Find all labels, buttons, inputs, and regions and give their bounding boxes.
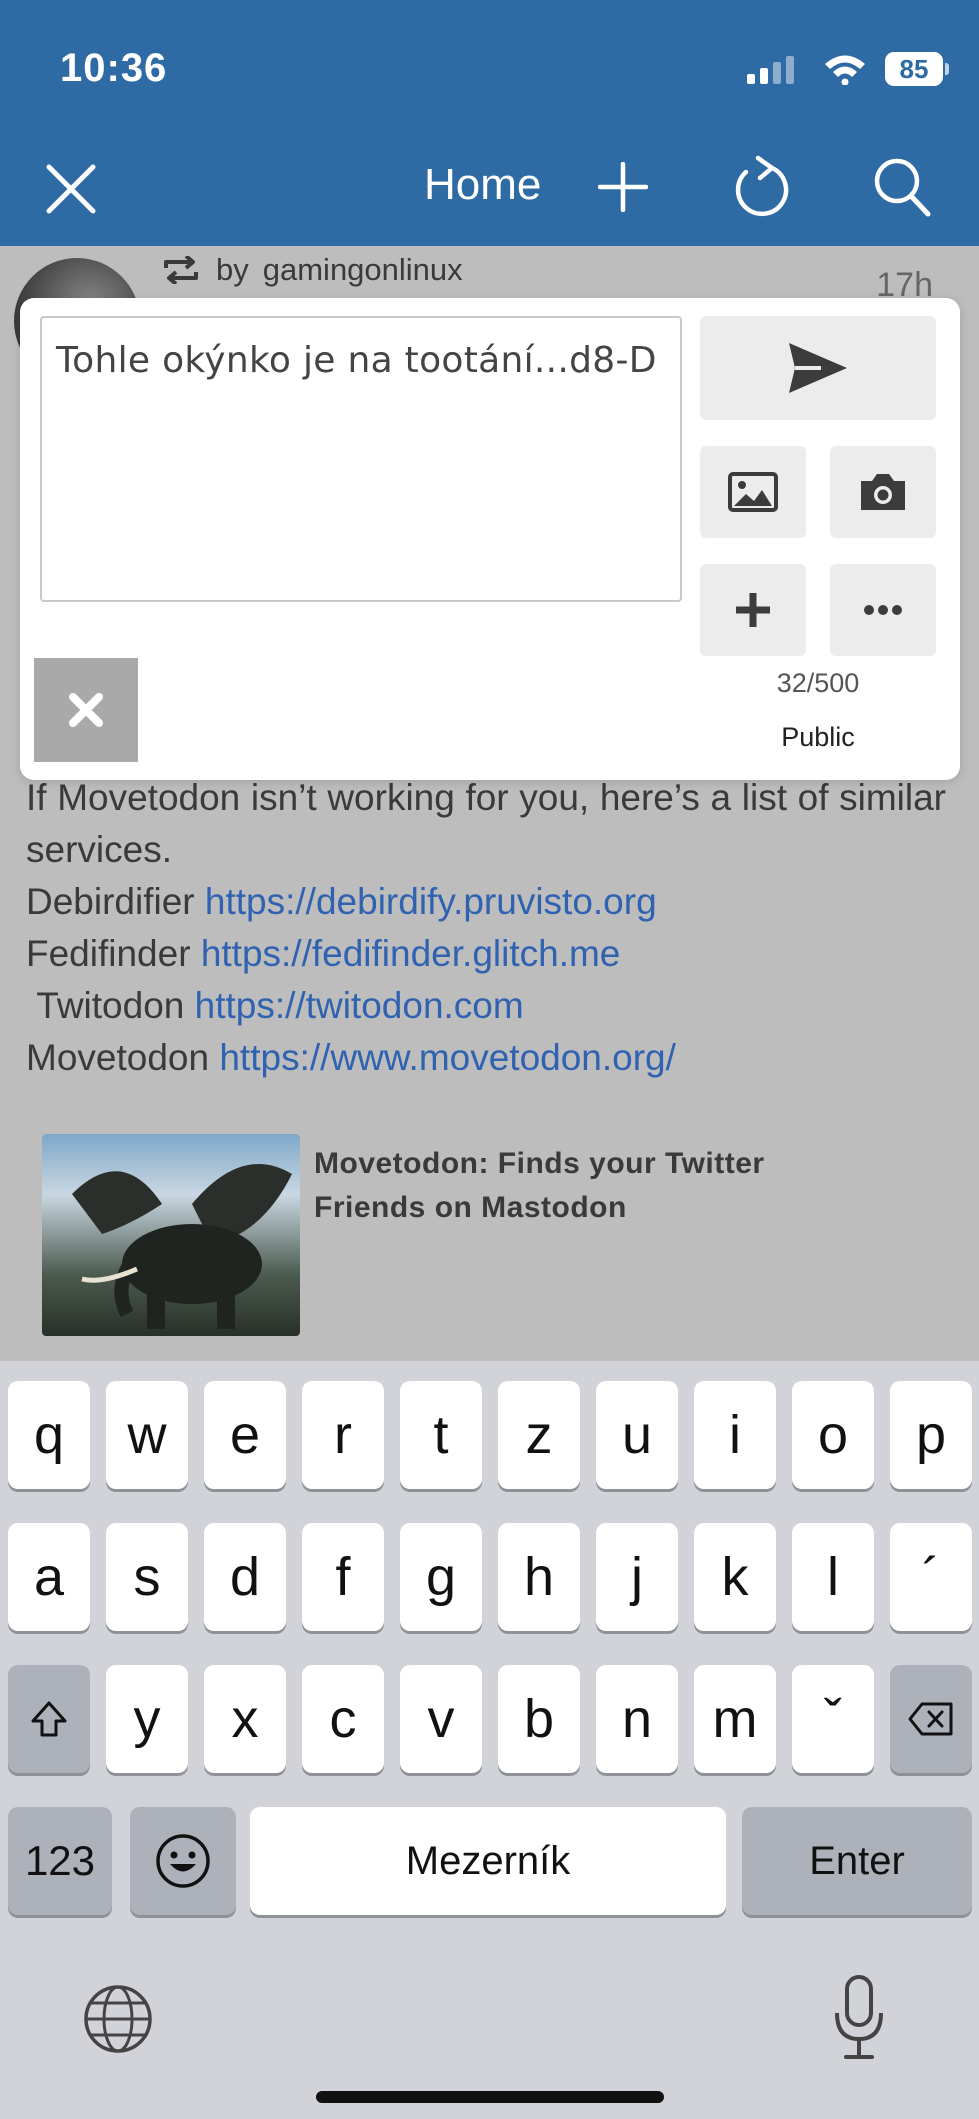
key-v[interactable]: v <box>400 1665 482 1773</box>
key-a[interactable]: a <box>8 1523 90 1631</box>
post-link[interactable]: https://debirdify.pruvisto.org <box>205 881 657 922</box>
search-icon[interactable] <box>872 156 932 218</box>
key-g[interactable]: g <box>400 1523 482 1631</box>
discard-button[interactable] <box>34 658 138 762</box>
post-link[interactable]: https://twitodon.com <box>195 985 524 1026</box>
more-options-button[interactable] <box>830 564 936 656</box>
close-icon <box>69 693 103 727</box>
add-icon[interactable] <box>598 162 648 212</box>
link-preview-image <box>42 1134 300 1336</box>
link-preview-title: Movetodon: Finds your Twitter Friends on… <box>314 1147 765 1224</box>
key-m[interactable]: m <box>694 1665 776 1773</box>
key-z[interactable]: z <box>498 1381 580 1489</box>
shift-icon <box>31 1701 67 1737</box>
more-icon <box>864 605 902 615</box>
emoji-icon <box>156 1834 210 1888</box>
home-indicator <box>316 2091 664 2103</box>
toot-text-input[interactable]: Tohle okýnko je na tootání...d8-D <box>40 316 682 602</box>
backspace-key[interactable] <box>890 1665 972 1773</box>
key-w[interactable]: w <box>106 1381 188 1489</box>
emoji-key[interactable] <box>130 1807 236 1915</box>
post-content: If Movetodon isn’t working for you, here… <box>26 772 946 1084</box>
key-l[interactable]: l <box>792 1523 874 1631</box>
post-line: Movetodon https://www.movetodon.org/ <box>26 1037 676 1078</box>
image-icon <box>728 472 778 512</box>
camera-button[interactable] <box>830 446 936 538</box>
key-k[interactable]: k <box>694 1523 776 1631</box>
key-b[interactable]: b <box>498 1665 580 1773</box>
status-icons: 85 <box>747 52 949 86</box>
boost-line: by gamingonlinux <box>160 252 463 288</box>
post-link[interactable]: https://www.movetodon.org/ <box>219 1037 676 1078</box>
enter-key[interactable]: Enter <box>742 1807 972 1915</box>
key-caron[interactable]: ˇ <box>792 1665 874 1773</box>
key-f[interactable]: f <box>302 1523 384 1631</box>
page-title: Home <box>424 160 542 209</box>
key-s[interactable]: s <box>106 1523 188 1631</box>
key-e[interactable]: e <box>204 1381 286 1489</box>
key-c[interactable]: c <box>302 1665 384 1773</box>
shift-key[interactable] <box>8 1665 90 1773</box>
compose-dialog: Tohle okýnko je na tootání...d8-D 32/500… <box>20 298 960 780</box>
refresh-icon[interactable] <box>732 154 790 218</box>
battery-icon: 85 <box>885 52 949 86</box>
visibility-selector[interactable]: Public <box>700 722 936 753</box>
post-line: Twitodon https://twitodon.com <box>36 985 524 1026</box>
key-acute[interactable]: ´ <box>890 1523 972 1631</box>
post-link[interactable]: https://fedifinder.glitch.me <box>201 933 621 974</box>
key-x[interactable]: x <box>204 1665 286 1773</box>
key-p[interactable]: p <box>890 1381 972 1489</box>
key-h[interactable]: h <box>498 1523 580 1631</box>
character-counter: 32/500 <box>776 668 860 698</box>
send-icon <box>789 343 847 393</box>
numbers-key[interactable]: 123 <box>8 1807 112 1915</box>
app-bar: 10:36 85 Home <box>0 0 979 246</box>
microphone-icon[interactable] <box>832 1975 886 2061</box>
add-option-button[interactable] <box>700 564 806 656</box>
key-u[interactable]: u <box>596 1381 678 1489</box>
key-d[interactable]: d <box>204 1523 286 1631</box>
camera-icon <box>861 474 905 510</box>
backspace-icon <box>908 1702 953 1736</box>
battery-level: 85 <box>885 52 943 86</box>
key-t[interactable]: t <box>400 1381 482 1489</box>
key-r[interactable]: r <box>302 1381 384 1489</box>
wifi-icon <box>825 55 865 85</box>
close-icon[interactable] <box>44 162 98 216</box>
status-time: 10:36 <box>60 46 168 90</box>
key-o[interactable]: o <box>792 1381 874 1489</box>
key-n[interactable]: n <box>596 1665 678 1773</box>
send-button[interactable] <box>700 316 936 420</box>
key-i[interactable]: i <box>694 1381 776 1489</box>
boost-username[interactable]: gamingonlinux <box>263 252 463 288</box>
cellular-signal-icon <box>747 56 794 84</box>
plus-icon <box>736 593 770 627</box>
key-q[interactable]: q <box>8 1381 90 1489</box>
on-screen-keyboard: q w e r t z u i o p a s d f g h j k l ´ … <box>0 1361 979 2119</box>
attach-image-button[interactable] <box>700 446 806 538</box>
boost-prefix: by <box>216 252 249 287</box>
post-line: Fedifinder https://fedifinder.glitch.me <box>26 933 621 974</box>
globe-icon[interactable] <box>82 1983 154 2055</box>
link-preview-card[interactable]: Movetodon: Finds your Twitter Friends on… <box>42 1134 942 1336</box>
key-y[interactable]: y <box>106 1665 188 1773</box>
post-intro: If Movetodon isn’t working for you, here… <box>26 777 946 870</box>
key-j[interactable]: j <box>596 1523 678 1631</box>
boost-icon <box>164 256 198 284</box>
post-line: Debirdifier https://debirdify.pruvisto.o… <box>26 881 657 922</box>
space-key[interactable]: Mezerník <box>250 1807 726 1915</box>
